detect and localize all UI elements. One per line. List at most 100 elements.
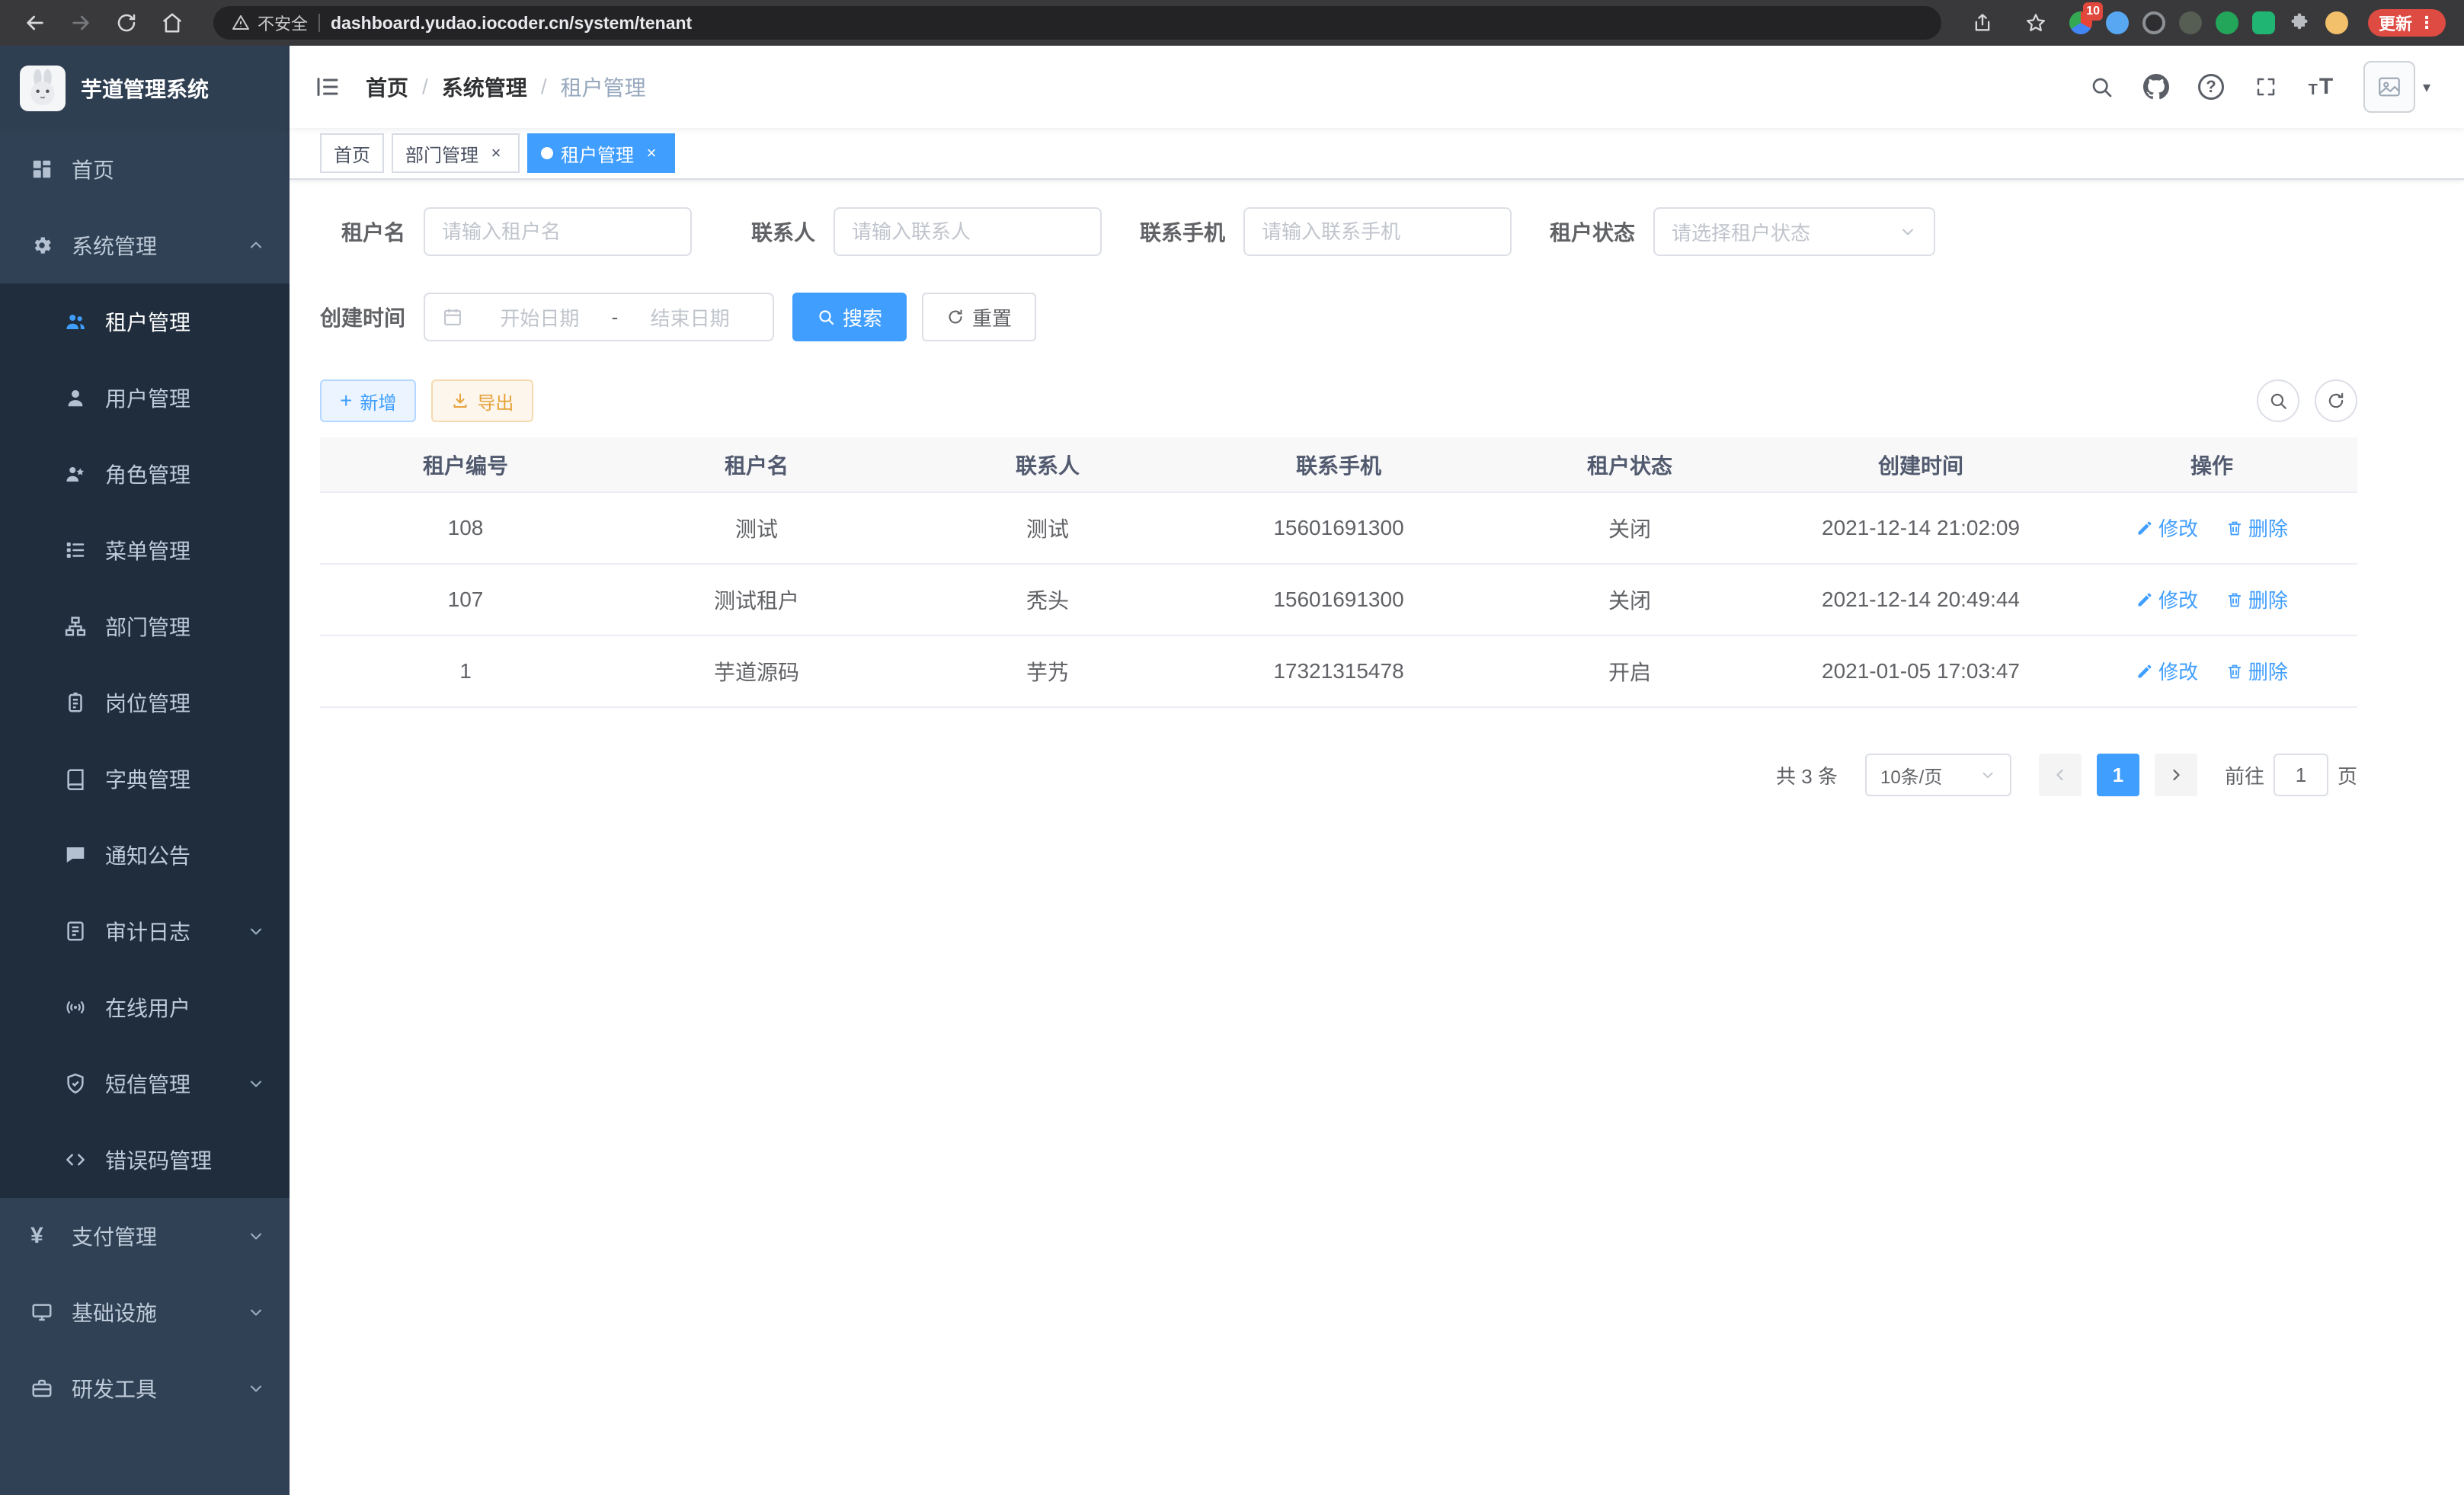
cell-actions: 修改 删除 (2066, 635, 2357, 707)
edit-button[interactable]: 修改 (2136, 657, 2198, 685)
sidebar-item-audit-log[interactable]: 审计日志 (0, 893, 290, 969)
sidebar-item-sms[interactable]: 短信管理 (0, 1045, 290, 1122)
sidebar-item-label: 研发工具 (72, 1373, 157, 1404)
browser-forward-icon[interactable] (61, 3, 101, 43)
sidebar-item-dict[interactable]: 字典管理 (0, 741, 290, 817)
filter-row-2: 创建时间 开始日期 - 结束日期 搜索 重置 (320, 293, 2357, 341)
sidebar-item-tenant[interactable]: 租户管理 (0, 283, 290, 360)
status-select[interactable]: 请选择租户状态 (1653, 207, 1935, 256)
chevron-down-icon (247, 1303, 265, 1321)
reset-button[interactable]: 重置 (922, 293, 1036, 341)
chevron-right-icon (2167, 766, 2185, 784)
cell-contact: 测试 (902, 492, 1193, 564)
security-chip[interactable]: 不安全 (232, 11, 308, 35)
page-number-current[interactable]: 1 (2097, 754, 2139, 796)
breadcrumb-system[interactable]: 系统管理 (442, 72, 527, 102)
phone-input[interactable] (1262, 220, 1493, 244)
extension-icon[interactable] (2179, 11, 2202, 34)
breadcrumb-current: 租户管理 (561, 72, 646, 102)
column-header: 联系手机 (1193, 437, 1484, 492)
extensions-puzzle-icon[interactable] (2289, 11, 2312, 34)
search-button[interactable]: 搜索 (792, 293, 907, 341)
column-header: 租户编号 (320, 437, 611, 492)
tab-home[interactable]: 首页 (320, 133, 384, 173)
tenant-name-input[interactable] (442, 220, 674, 244)
pencil-icon (2136, 519, 2154, 537)
table-row: 108 测试 测试 15601691300 关闭 2021-12-14 21:0… (320, 492, 2357, 564)
edit-button[interactable]: 修改 (2136, 585, 2198, 613)
close-icon[interactable]: × (642, 143, 661, 163)
sidebar-item-role[interactable]: 角色管理 (0, 436, 290, 512)
add-button[interactable]: + 新增 (320, 379, 416, 422)
browser-update-button[interactable]: 更新 ⋮ (2368, 9, 2446, 37)
page-size-select[interactable]: 10条/页 (1865, 754, 2011, 796)
sidebar-item-online-user[interactable]: 在线用户 (0, 969, 290, 1045)
fullscreen-icon[interactable] (2245, 66, 2287, 108)
plus-icon: + (340, 390, 352, 411)
sidebar-item-error-code[interactable]: 错误码管理 (0, 1122, 290, 1198)
browser-back-icon[interactable] (15, 3, 55, 43)
sidebar-group-tools[interactable]: 研发工具 (0, 1350, 290, 1426)
sidebar-group-pay[interactable]: ¥ 支付管理 (0, 1198, 290, 1274)
cell-status: 关闭 (1484, 492, 1775, 564)
cell-contact: 秃头 (902, 564, 1193, 635)
sidebar-item-notice[interactable]: 通知公告 (0, 817, 290, 893)
sidebar-item-dept[interactable]: 部门管理 (0, 588, 290, 664)
prev-page-button[interactable] (2039, 754, 2082, 796)
extension-icon[interactable] (2252, 11, 2275, 34)
github-icon[interactable] (2135, 66, 2178, 108)
export-button[interactable]: 导出 (431, 379, 533, 422)
profile-avatar-icon[interactable] (2325, 11, 2348, 34)
delete-button[interactable]: 删除 (2226, 514, 2288, 542)
edit-button[interactable]: 修改 (2136, 514, 2198, 542)
pay-yen-icon: ¥ (30, 1224, 55, 1247)
tab-dept[interactable]: 部门管理 × (392, 133, 520, 173)
extension-icon[interactable] (2216, 11, 2238, 34)
goto-label: 前往 (2225, 761, 2264, 789)
contact-label: 联系人 (730, 216, 815, 247)
sidebar-menu: 首页 系统管理 租户管理 (0, 131, 290, 1426)
close-icon[interactable]: × (486, 143, 506, 163)
share-icon[interactable] (1963, 3, 2002, 43)
toggle-search-button[interactable] (2257, 379, 2299, 422)
delete-button[interactable]: 删除 (2226, 657, 2288, 685)
sidebar-item-post[interactable]: 岗位管理 (0, 664, 290, 741)
contact-input[interactable] (852, 220, 1083, 244)
status-placeholder: 请选择租户状态 (1672, 218, 1810, 246)
bookmark-star-icon[interactable] (2016, 3, 2056, 43)
calendar-icon (442, 306, 463, 328)
sidebar-collapse-icon[interactable] (314, 73, 341, 101)
tab-tenant[interactable]: 租户管理 × (527, 133, 675, 173)
delete-button[interactable]: 删除 (2226, 585, 2288, 613)
export-button-label: 导出 (477, 388, 514, 415)
sidebar-group-system[interactable]: 系统管理 (0, 207, 290, 283)
sidebar-item-home[interactable]: 首页 (0, 131, 290, 207)
post-badge-icon (64, 691, 88, 714)
extension-icon[interactable] (2106, 11, 2129, 34)
refresh-table-button[interactable] (2315, 379, 2357, 422)
filter-tenant-name: 租户名 (320, 207, 692, 256)
browser-reload-icon[interactable] (107, 3, 146, 43)
browser-home-icon[interactable] (152, 3, 192, 43)
sidebar-group-infra[interactable]: 基础设施 (0, 1274, 290, 1350)
next-page-button[interactable] (2155, 754, 2197, 796)
trash-icon (2226, 662, 2244, 680)
total-count: 共 3 条 (1776, 761, 1838, 789)
help-icon[interactable]: ? (2190, 66, 2232, 108)
logo-bar[interactable]: 芋道管理系统 (0, 46, 290, 131)
font-size-icon[interactable]: T T (2299, 66, 2342, 108)
url-bar[interactable]: 不安全 dashboard.yudao.iocoder.cn/system/te… (213, 6, 1941, 40)
header-search-icon[interactable] (2080, 66, 2123, 108)
cell-tenant-name: 测试 (611, 492, 902, 564)
sidebar-item-user[interactable]: 用户管理 (0, 360, 290, 436)
date-range-picker[interactable]: 开始日期 - 结束日期 (424, 293, 774, 341)
sidebar-item-label: 部门管理 (105, 611, 190, 642)
goto-page-input[interactable] (2274, 754, 2328, 796)
breadcrumb-home[interactable]: 首页 (366, 72, 408, 102)
extension-icon[interactable]: 10 (2069, 11, 2092, 34)
tenant-users-icon (64, 310, 88, 333)
extension-icon[interactable] (2142, 11, 2165, 34)
sidebar-item-menu[interactable]: 菜单管理 (0, 512, 290, 588)
user-avatar-menu[interactable]: ▾ (2363, 61, 2430, 113)
navbar-tools: ? T T ▾ (2080, 61, 2430, 113)
